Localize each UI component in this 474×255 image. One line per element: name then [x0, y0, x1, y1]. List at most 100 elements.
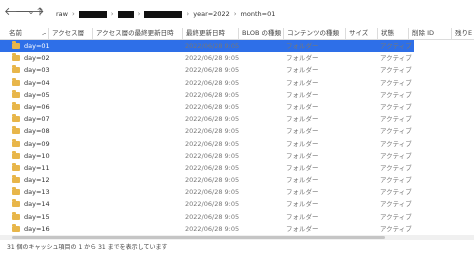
breadcrumb-item-month[interactable]: month=01: [241, 10, 276, 18]
folder-icon: [12, 114, 20, 123]
row-content-type: フォルダー: [286, 78, 319, 87]
redacted-crumb: [117, 10, 134, 18]
row-last-modified: 2022/06/28 9:05: [185, 115, 240, 124]
table-row[interactable]: day=15 2022/06/28 9:05 フォルダー アクティブ: [0, 211, 414, 223]
column-header-status[interactable]: 状態: [377, 28, 408, 39]
folder-icon: [12, 126, 20, 135]
row-status: アクティブ: [380, 200, 412, 209]
table-row[interactable]: day=04 2022/06/28 9:05 フォルダー アクティブ: [0, 77, 414, 89]
column-header-blob-type[interactable]: BLOB の種類: [238, 28, 283, 39]
row-status: アクティブ: [380, 78, 412, 87]
breadcrumb-item-raw[interactable]: raw: [56, 10, 68, 18]
folder-icon: [12, 199, 20, 208]
row-content-type: フォルダー: [286, 212, 319, 221]
table-row[interactable]: day=16 2022/06/28 9:05 フォルダー アクティブ: [0, 223, 414, 234]
table-row[interactable]: day=13 2022/06/28 9:05 フォルダー アクティブ: [0, 186, 414, 198]
column-header-content-type[interactable]: コンテンツの種類: [283, 28, 345, 39]
row-content-type: フォルダー: [286, 42, 319, 50]
row-content-type: フォルダー: [286, 163, 319, 172]
scrollbar-thumb[interactable]: [12, 236, 385, 239]
table-row[interactable]: day=10 2022/06/28 9:05 フォルダー アクティブ: [0, 150, 414, 162]
row-status: アクティブ: [380, 151, 412, 160]
folder-icon: [12, 41, 20, 49]
row-name: day=04: [24, 78, 50, 87]
row-name: day=16: [24, 224, 50, 233]
row-last-modified: 2022/06/28 9:05: [185, 163, 240, 172]
file-list: day=01 2022/06/28 9:05 フォルダー アクティブ day=02 202…: [0, 40, 414, 234]
row-status: アクティブ: [380, 224, 412, 233]
chevron-right-icon: ›: [137, 10, 141, 18]
row-content-type: フォルダー: [286, 200, 319, 209]
table-row[interactable]: day=02 2022/06/28 9:05 フォルダー アクティブ: [0, 52, 414, 64]
row-status: アクティブ: [380, 102, 412, 111]
table-row[interactable]: day=12 2022/06/28 9:05 フォルダー アクティブ: [0, 174, 414, 186]
row-last-modified: 2022/06/28 9:05: [185, 90, 240, 99]
row-content-type: フォルダー: [286, 127, 319, 136]
row-status: アクティブ: [380, 54, 412, 63]
row-last-modified: 2022/06/28 9:05: [185, 151, 240, 160]
row-last-modified: 2022/06/28 9:05: [185, 176, 240, 185]
row-status: アクティブ: [380, 42, 412, 50]
table-row[interactable]: day=03 2022/06/28 9:05 フォルダー アクティブ: [0, 64, 414, 76]
row-name: day=12: [24, 176, 50, 185]
column-header-size[interactable]: サイズ: [345, 28, 377, 39]
table-row[interactable]: day=08 2022/06/28 9:05 フォルダー アクティブ: [0, 125, 414, 137]
redacted-crumb: [78, 10, 107, 18]
folder-icon: [12, 223, 20, 232]
column-header-deleted-id[interactable]: 削除 ID: [408, 28, 443, 39]
row-status: アクティブ: [380, 66, 412, 75]
folder-icon: [12, 211, 20, 220]
column-header-access-tier[interactable]: アクセス層: [48, 28, 92, 39]
row-name: day=01: [24, 42, 50, 50]
row-content-type: フォルダー: [286, 102, 319, 111]
row-last-modified: 2022/06/28 9:05: [185, 212, 240, 221]
column-header-last-modified[interactable]: 最終更新日時: [182, 28, 238, 39]
row-last-modified: 2022/06/28 9:05: [185, 224, 240, 233]
row-last-modified: 2022/06/28 9:05: [185, 139, 240, 148]
redacted-crumb: [144, 10, 183, 18]
row-status: アクティブ: [380, 188, 412, 197]
up-arrow-icon[interactable]: 🡑: [34, 6, 46, 18]
breadcrumb: raw › › › › year=2022 › month=01: [56, 8, 275, 20]
row-last-modified: 2022/06/28 9:05: [185, 200, 240, 209]
folder-icon: [12, 53, 20, 62]
row-status: アクティブ: [380, 163, 412, 172]
chevron-right-icon: ›: [71, 10, 75, 18]
table-row[interactable]: day=11 2022/06/28 9:05 フォルダー アクティブ: [0, 162, 414, 174]
sort-up-icon: ︿: [39, 28, 46, 39]
folder-icon: [12, 65, 20, 74]
status-bar: 31 個のキャッシュ項目の 1 から 31 までを表示しています: [7, 244, 168, 251]
row-name: day=11: [24, 163, 50, 172]
table-row[interactable]: day=14 2022/06/28 9:05 フォルダー アクティブ: [0, 198, 414, 210]
row-name: day=06: [24, 102, 50, 111]
table-row[interactable]: day=09 2022/06/28 9:05 フォルダー アクティブ: [0, 138, 414, 150]
column-header-remaining[interactable]: 残りE: [451, 28, 474, 39]
breadcrumb-item-year[interactable]: year=2022: [193, 10, 230, 18]
row-last-modified: 2022/06/28 9:05: [185, 102, 240, 111]
column-header-name[interactable]: 名前︿: [6, 28, 46, 39]
row-status: アクティブ: [380, 127, 412, 136]
folder-icon: [12, 101, 20, 110]
chevron-right-icon: ›: [233, 10, 237, 18]
folder-icon: [12, 175, 20, 184]
table-row[interactable]: day=06 2022/06/28 9:05 フォルダー アクティブ: [0, 101, 414, 113]
row-name: day=05: [24, 90, 50, 99]
toolbar: 🡐 🡒 ⌄ 🡑 raw › › › › year=2022 › month=01: [0, 0, 474, 29]
table-row[interactable]: day=07 2022/06/28 9:05 フォルダー アクティブ: [0, 113, 414, 125]
row-content-type: フォルダー: [286, 151, 319, 160]
table-row[interactable]: day=01 2022/06/28 9:05 フォルダー アクティブ: [0, 40, 414, 53]
folder-icon: [12, 138, 20, 147]
row-content-type: フォルダー: [286, 224, 319, 233]
row-last-modified: 2022/06/28 9:05: [185, 127, 240, 136]
row-content-type: フォルダー: [286, 54, 319, 63]
row-last-modified: 2022/06/28 9:05: [185, 66, 240, 75]
column-header-row: 名前︿ アクセス層 アクセス層の最終更新日時 最終更新日時 BLOB の種類 コ…: [0, 28, 474, 40]
row-name: day=02: [24, 54, 50, 63]
table-row[interactable]: day=05 2022/06/28 9:05 フォルダー アクティブ: [0, 89, 414, 101]
row-last-modified: 2022/06/28 9:05: [185, 54, 240, 63]
row-name: day=07: [24, 115, 50, 124]
row-last-modified: 2022/06/28 9:05: [185, 188, 240, 197]
row-content-type: フォルダー: [286, 176, 319, 185]
column-header-access-tier-modified[interactable]: アクセス層の最終更新日時: [92, 28, 181, 39]
row-content-type: フォルダー: [286, 139, 319, 148]
